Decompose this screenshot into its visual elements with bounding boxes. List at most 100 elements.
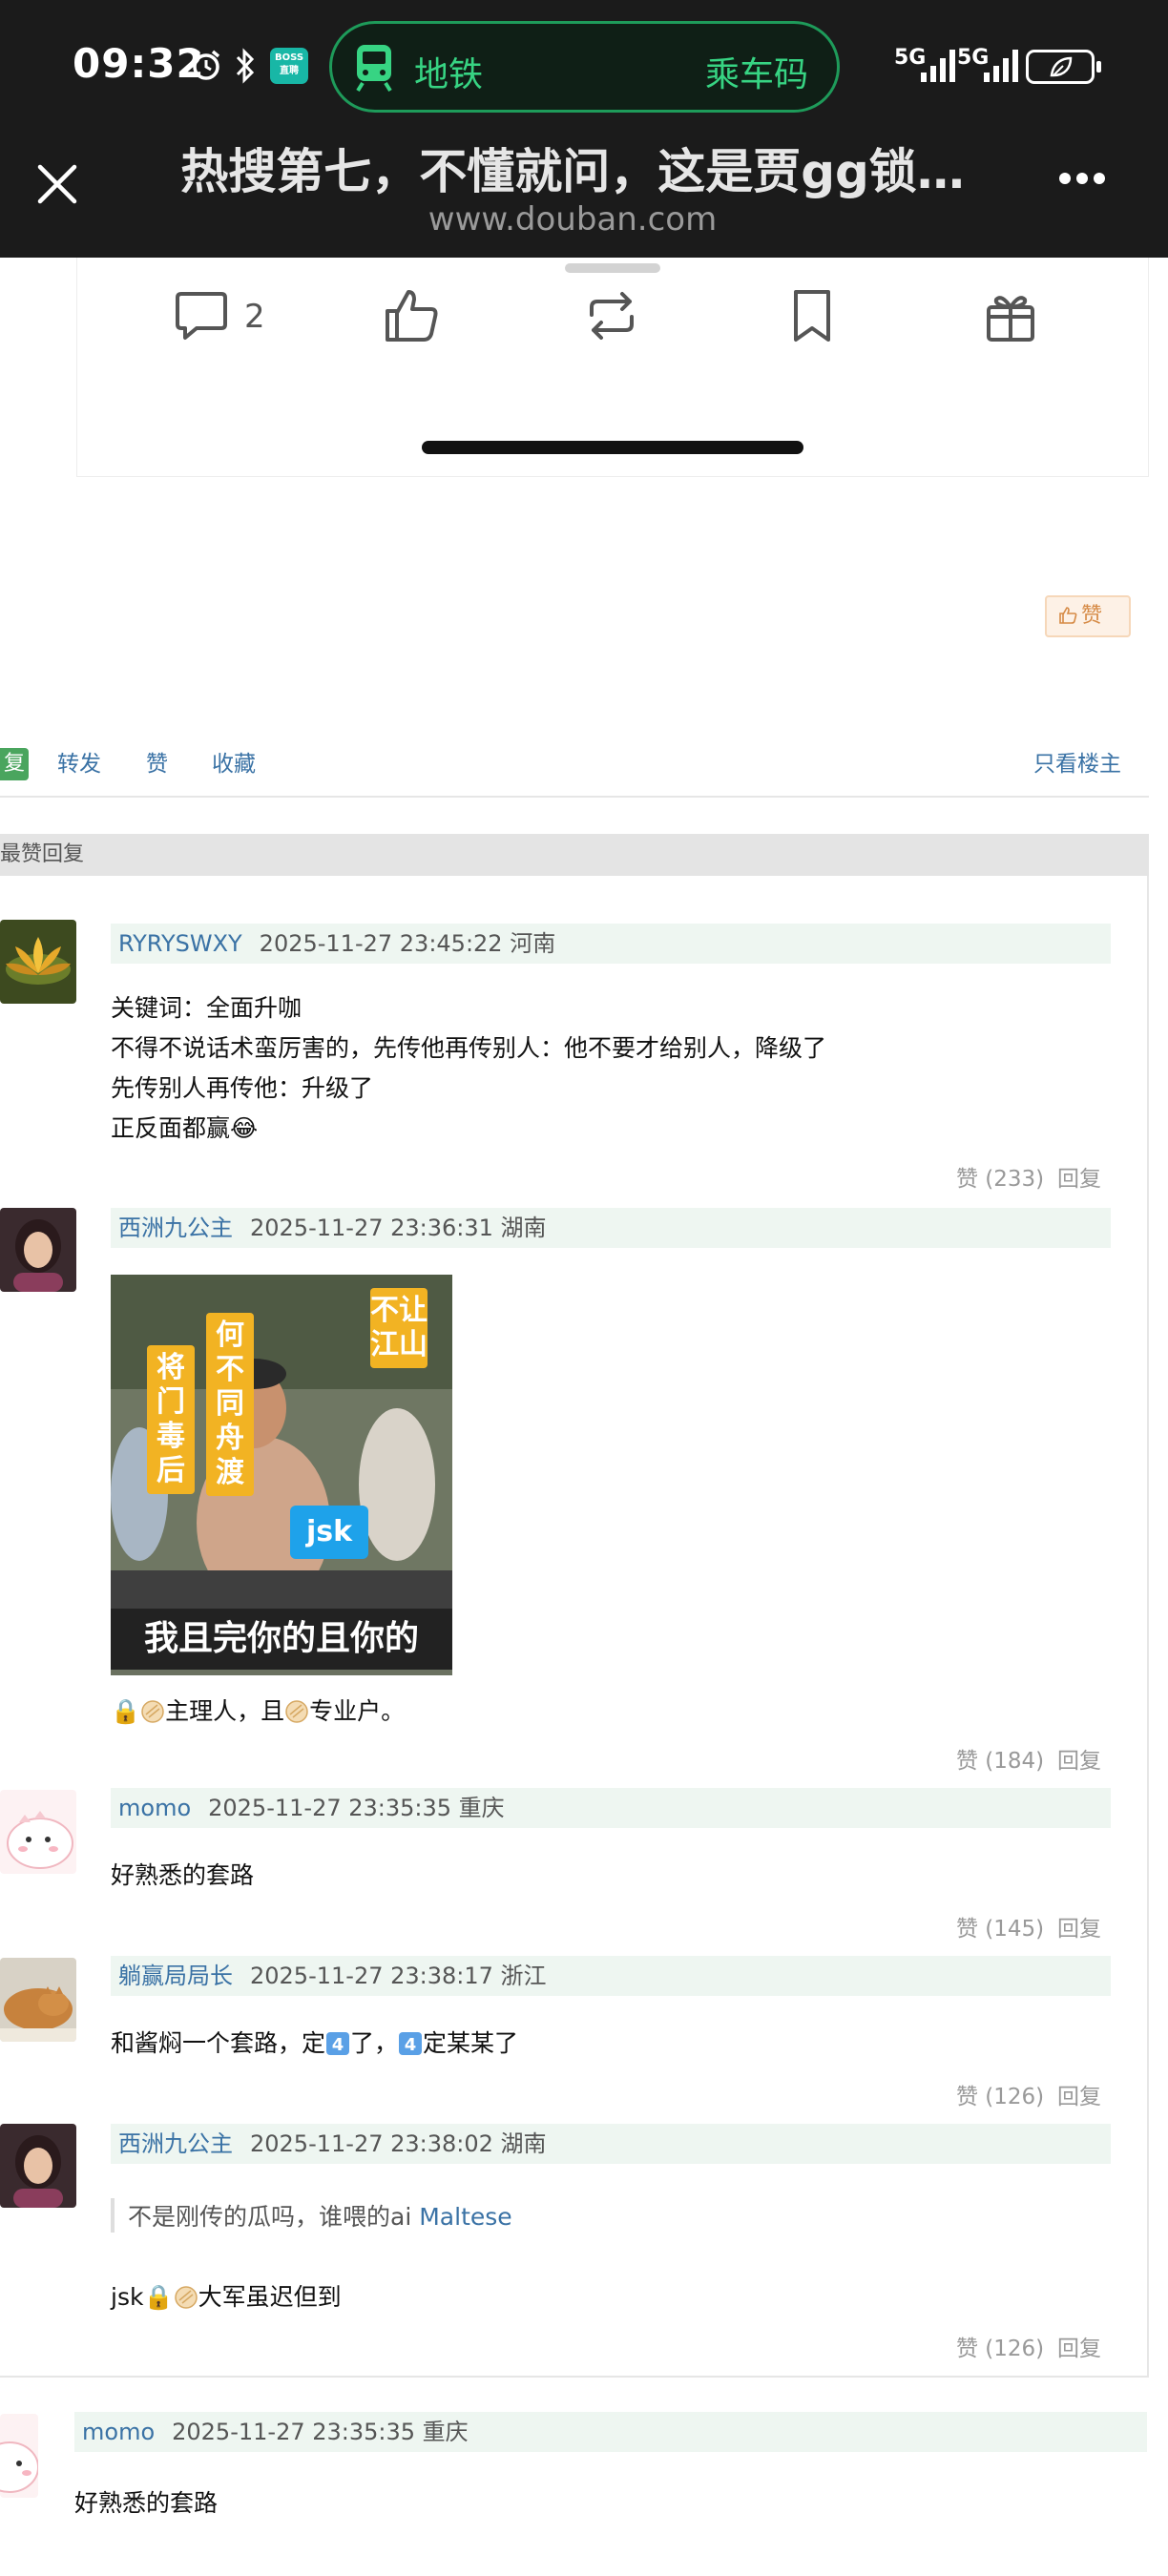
meme-badge: jsk [290, 1506, 368, 1559]
comment-username[interactable]: 西洲九公主 [118, 1215, 233, 1241]
comment-meta: 西洲九公主 2025-11-27 23:36:31 湖南 [111, 1208, 1111, 1248]
lock-emoji: 🔒 [111, 1697, 141, 1725]
page-title: 热搜第七，不懂就问，这是贾gg锁… [180, 144, 965, 199]
comment-like-count[interactable]: 赞 (126) [956, 2078, 1044, 2110]
drag-handle[interactable] [565, 263, 660, 273]
comment-meta: 西洲九公主 2025-11-27 23:38:02 湖南 [111, 2124, 1111, 2164]
comment-meta: momo 2025-11-27 23:35:35 重庆 [111, 1788, 1111, 1828]
like-chip[interactable]: 赞 [1045, 595, 1131, 637]
svg-text:4: 4 [332, 2035, 344, 2055]
comment-meta: 躺赢局局长 2025-11-27 23:38:17 浙江 [111, 1956, 1111, 1996]
eco-leaf-icon [1050, 56, 1073, 77]
status-time: 09:32 [73, 40, 205, 87]
comment-time-location: 2025-11-27 23:35:35 重庆 [208, 1795, 505, 1821]
gift-button[interactable] [981, 286, 1040, 353]
svg-text:4: 4 [405, 2035, 417, 2055]
comment-reply-link[interactable]: 回复 [1057, 2078, 1101, 2110]
like-chip-label: 赞 [1081, 604, 1103, 628]
comment-time-location: 2025-11-27 23:38:02 湖南 [250, 2130, 547, 2157]
boss-app-badge: BOSS直聘 [270, 48, 308, 84]
bookmark-icon [794, 290, 830, 342]
bread-emoji-icon [141, 1700, 164, 1723]
comment-username[interactable]: 西洲九公主 [118, 2130, 233, 2157]
like-link[interactable]: 赞 [146, 748, 168, 780]
metro-label: 地铁 [414, 55, 484, 94]
avatar[interactable] [0, 1208, 76, 1292]
reply-button[interactable]: 复 [0, 748, 29, 780]
keycap-four-icon: 4 [399, 2032, 423, 2055]
comment-text: 正反面都赢😂 [111, 1114, 259, 1142]
avatar[interactable] [0, 920, 76, 1004]
quoted-reply[interactable]: 不是刚传的瓜吗，谁喂的ai Maltese [111, 2198, 512, 2233]
comment-text: 🔒 主理人，且 专业户。 [111, 1697, 406, 1725]
meme-tag: 何不同舟渡 [206, 1313, 254, 1496]
comment-time-location: 2025-11-27 23:38:17 浙江 [250, 1963, 547, 1989]
comment-reply-link[interactable]: 回复 [1057, 1910, 1101, 1942]
forward-link[interactable]: 转发 [57, 748, 101, 780]
avatar[interactable] [0, 1958, 76, 2042]
cartoon-avatar-image [0, 2414, 38, 2498]
cartoon-avatar-image [0, 1790, 76, 1874]
comment-meta: momo 2025-11-27 23:35:35 重庆 [74, 2412, 1147, 2452]
battery-icon [1026, 50, 1101, 84]
meme-tag: 将门毒后 [147, 1345, 195, 1494]
top-bar: 09:32 BOSS直聘 地铁 乘车码 5G 5G 热搜第七，不懂就问，这是贾g… [0, 0, 1168, 258]
bookmark-button[interactable] [782, 286, 842, 353]
comment-like-count[interactable]: 赞 (233) [956, 1160, 1044, 1193]
comment-username[interactable]: 躺赢局局长 [118, 1963, 233, 1989]
comment-reply-link[interactable]: 回复 [1057, 1160, 1101, 1193]
comment-text: 先传别人再传他：升级了 [111, 1074, 374, 1102]
comment-count: 2 [244, 298, 265, 336]
comment-text: 好熟悉的套路 [74, 2489, 219, 2517]
lotus-avatar-image [0, 920, 76, 1004]
comment-like-count[interactable]: 赞 (184) [956, 1742, 1044, 1775]
more-options-icon[interactable] [1059, 170, 1116, 193]
comments-right-border [1147, 876, 1149, 2376]
alarm-icon [189, 48, 223, 90]
woman-avatar-image [0, 1208, 76, 1292]
avatar[interactable] [0, 2124, 76, 2208]
avatar[interactable] [0, 1790, 76, 1874]
repost-button[interactable] [582, 286, 641, 353]
comment-button[interactable]: 2 [172, 286, 265, 353]
comment-like-count[interactable]: 赞 (126) [956, 2330, 1044, 2362]
metro-code-pill[interactable]: 地铁 乘车码 [329, 21, 840, 113]
comment-username[interactable]: momo [82, 2419, 155, 2445]
comment-text: jsk🔒 大军虽迟但到 [111, 2283, 342, 2311]
thumbs-up-small-icon [1059, 607, 1077, 624]
keycap-four-icon: 4 [326, 2032, 350, 2055]
like-button[interactable] [382, 286, 441, 353]
comment-text: 和酱焖一个套路，定 4 了， 4 定某某了 [111, 2029, 519, 2057]
quoted-text: 不是刚传的瓜吗，谁喂的ai [128, 2203, 412, 2231]
comment-time-location: 2025-11-27 23:35:35 重庆 [172, 2419, 469, 2445]
metro-code-label: 乘车码 [704, 55, 808, 94]
meme-tag: 不让江山 [370, 1288, 428, 1368]
comment-like-count[interactable]: 赞 (145) [956, 1910, 1044, 1942]
cat-avatar-image [0, 1958, 76, 2042]
divider [0, 796, 1149, 798]
meme-image[interactable]: 将门毒后 何不同舟渡 不让江山 jsk 我且完你的且你的 [111, 1275, 452, 1675]
woman-avatar-image [0, 2124, 76, 2208]
comments-bottom-border [0, 2376, 1149, 2378]
only-op-link[interactable]: 只看楼主 [1033, 748, 1121, 780]
train-icon [356, 45, 392, 93]
comment-time-location: 2025-11-27 23:45:22 河南 [259, 930, 556, 957]
home-indicator[interactable] [422, 441, 803, 454]
comment-reply-link[interactable]: 回复 [1057, 1742, 1101, 1775]
quoted-author[interactable]: Maltese [419, 2203, 511, 2231]
avatar[interactable] [0, 2414, 38, 2498]
meme-caption: 我且完你的且你的 [111, 1609, 452, 1670]
repost-icon [590, 292, 634, 340]
signal-icon-2 [984, 50, 1018, 82]
comment-text: 不得不说话术蛮厉害的，先传他再传别人：他不要才给别人，降级了 [111, 1034, 827, 1062]
section-title: 最赞回复 [0, 834, 1149, 876]
comment-username[interactable]: RYRYSWXY [118, 930, 242, 957]
comment-username[interactable]: momo [118, 1795, 191, 1821]
comment-reply-link[interactable]: 回复 [1057, 2330, 1101, 2362]
signal-icon [921, 50, 955, 82]
gift-icon [987, 296, 1034, 342]
collect-link[interactable]: 收藏 [212, 748, 256, 780]
comment-icon [176, 292, 227, 340]
bread-emoji-icon [285, 1700, 308, 1723]
close-icon[interactable] [31, 157, 84, 211]
